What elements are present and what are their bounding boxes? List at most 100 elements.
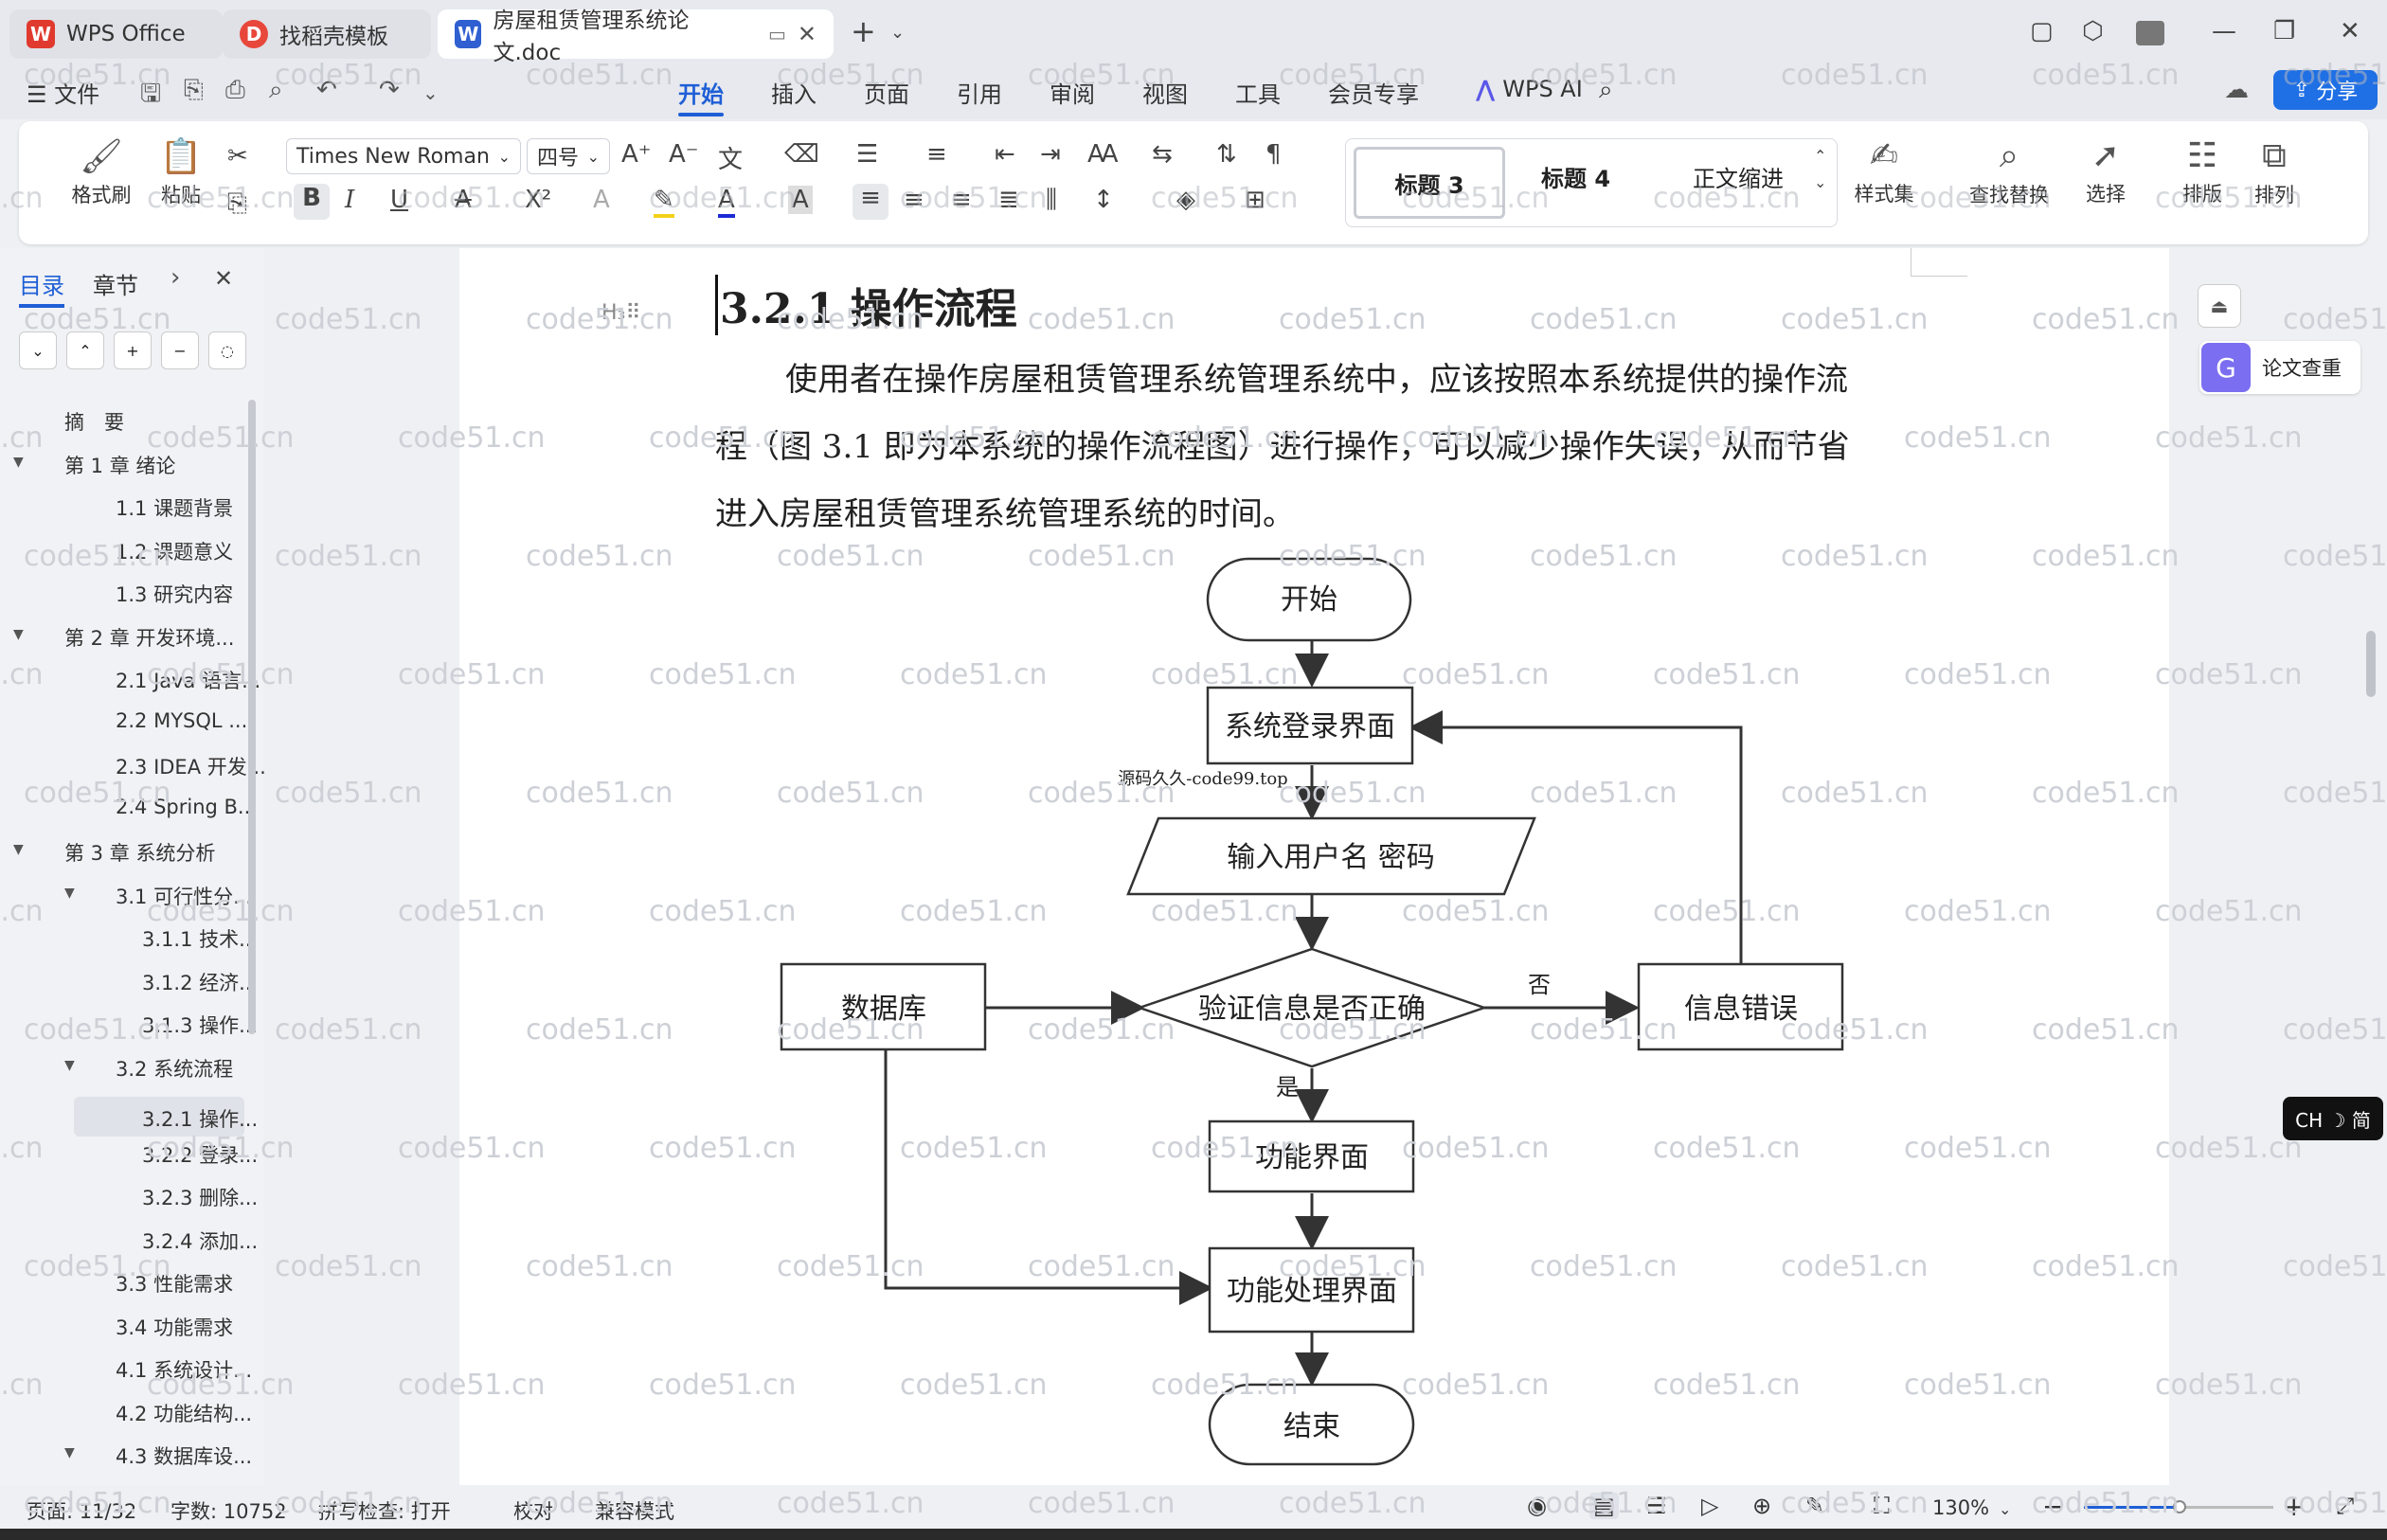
- outline-view-icon[interactable]: ☰: [1646, 1493, 1667, 1519]
- tab-toc[interactable]: 目录: [19, 267, 64, 308]
- search-icon[interactable]: ⌕: [1599, 76, 1613, 105]
- highlight-icon[interactable]: ✎: [654, 186, 674, 218]
- expand-triangle-icon[interactable]: ▼: [64, 1058, 75, 1073]
- cut-icon[interactable]: ✂: [227, 142, 248, 170]
- style-body-indent[interactable]: 正文缩进: [1693, 160, 1784, 193]
- collapse-icon[interactable]: ⌄: [19, 331, 57, 369]
- wps-ai-menu[interactable]: ⋀ WPS AI: [1476, 76, 1583, 102]
- expand-triangle-icon[interactable]: ▼: [13, 455, 24, 470]
- page-indicator[interactable]: 页面: 11/32: [27, 1496, 136, 1525]
- close-window-icon[interactable]: ✕: [2340, 17, 2360, 45]
- chevron-down-icon[interactable]: ⌄: [890, 23, 905, 43]
- menu-member[interactable]: 会员专享: [1328, 76, 1419, 109]
- menu-view[interactable]: 视图: [1142, 76, 1188, 109]
- text-effect-icon[interactable]: A: [593, 186, 610, 214]
- close-tab-icon[interactable]: ✕: [798, 21, 817, 47]
- arrange-button[interactable]: ⧉ 排列: [2241, 136, 2307, 208]
- undo-icon[interactable]: ↶: [316, 76, 337, 104]
- tab-chapter[interactable]: 章节: [93, 267, 138, 300]
- close-pane-icon[interactable]: ✕: [214, 265, 233, 292]
- text-direction-icon[interactable]: Ꜳ: [1087, 140, 1119, 169]
- plagiarism-check-button[interactable]: G 论文查重: [2199, 341, 2360, 394]
- font-size-select[interactable]: 四号 ⌄: [527, 138, 610, 174]
- ime-indicator[interactable]: CH ☽ 简: [2283, 1097, 2383, 1140]
- border-icon[interactable]: ⊞: [1245, 186, 1265, 214]
- share-doc-icon[interactable]: ⎘: [184, 76, 204, 105]
- scrollbar-thumb[interactable]: [2366, 631, 2376, 697]
- align-left-icon[interactable]: ≡: [852, 184, 888, 220]
- shading-icon[interactable]: ◈: [1176, 186, 1195, 214]
- grow-font-icon[interactable]: A⁺: [621, 140, 652, 169]
- format-painter-button[interactable]: 🖌 格式刷: [68, 136, 135, 208]
- fit-icon[interactable]: ⛶: [1874, 1493, 1890, 1519]
- distribute-icon[interactable]: ⫼: [1046, 186, 1057, 215]
- toc-item[interactable]: 3.2.1 操作...: [74, 1097, 258, 1137]
- align-right-icon[interactable]: ≡: [951, 186, 972, 214]
- char-shading-icon[interactable]: A: [788, 186, 813, 214]
- fullscreen-icon[interactable]: ⤢: [2336, 1493, 2354, 1519]
- tab-template[interactable]: D 找稻壳模板: [223, 9, 431, 59]
- expand-triangle-icon[interactable]: ▼: [13, 627, 24, 642]
- play-icon[interactable]: ▷: [1701, 1493, 1718, 1519]
- document-page[interactable]: H₃⠿ 3.2.1 操作流程 使用者在操作房屋租赁管理系统管理系统中，应该按照本…: [459, 248, 2169, 1485]
- menu-insert[interactable]: 插入: [771, 76, 817, 109]
- scroll-top-icon[interactable]: ⏏: [2198, 284, 2241, 328]
- new-tab-icon[interactable]: +: [851, 13, 876, 49]
- style-set-button[interactable]: ✍ 样式集: [1841, 136, 1927, 207]
- chevron-down-icon[interactable]: ⌄: [422, 81, 439, 104]
- scroll-up-icon[interactable]: ⌃: [1814, 147, 1826, 165]
- more-icon[interactable]: ◌: [208, 331, 246, 369]
- expand-triangle-icon[interactable]: ▼: [13, 842, 24, 857]
- menu-start[interactable]: 开始: [678, 76, 724, 116]
- strikethrough-icon[interactable]: A: [455, 186, 472, 214]
- expand-triangle-icon[interactable]: ▼: [64, 1445, 75, 1460]
- minimize-icon[interactable]: —: [2212, 17, 2236, 45]
- zoom-slider[interactable]: [2084, 1500, 2273, 1513]
- menu-review[interactable]: 审阅: [1050, 76, 1095, 109]
- sort-icon[interactable]: ⇅: [1216, 140, 1237, 169]
- tab-document[interactable]: W 房屋租赁管理系统论文.doc ▭ ✕: [438, 9, 834, 65]
- menu-tools[interactable]: 工具: [1235, 76, 1281, 109]
- numbered-list-icon[interactable]: ≡: [926, 140, 947, 169]
- clear-format-icon[interactable]: ⌫: [784, 140, 819, 169]
- chevron-down-icon[interactable]: ⌄: [1999, 1500, 2011, 1518]
- line-spacing-icon[interactable]: ↕: [1093, 186, 1114, 214]
- menu-reference[interactable]: 引用: [957, 76, 1002, 109]
- align-center-icon[interactable]: ≡: [904, 186, 924, 214]
- font-family-select[interactable]: Times New Roman ⌄: [286, 138, 521, 174]
- avatar[interactable]: [2136, 21, 2164, 45]
- find-replace-button[interactable]: ⌕ 查找替换: [1957, 136, 2061, 208]
- phonetic-icon[interactable]: 文: [718, 140, 743, 175]
- spell-check-status[interactable]: 拼写检查: 打开: [318, 1496, 451, 1525]
- proofread-button[interactable]: 校对: [513, 1496, 553, 1525]
- select-button[interactable]: ➚ 选择: [2073, 136, 2139, 207]
- underline-icon[interactable]: U: [390, 186, 408, 214]
- bullet-list-icon[interactable]: ☰: [856, 140, 878, 169]
- remove-icon[interactable]: −: [161, 331, 199, 369]
- justify-icon[interactable]: ≣: [998, 186, 1019, 214]
- zoom-out-icon[interactable]: −: [2042, 1491, 2064, 1522]
- expand-triangle-icon[interactable]: ▼: [64, 886, 75, 901]
- scroll-down-icon[interactable]: ⌄: [1814, 173, 1826, 191]
- page-view-icon[interactable]: ▤: [1589, 1493, 1619, 1519]
- print-icon[interactable]: ⎙: [225, 76, 245, 105]
- zoom-in-icon[interactable]: +: [2283, 1491, 2305, 1522]
- shrink-font-icon[interactable]: A⁻: [669, 140, 699, 169]
- style-heading-4[interactable]: 标题 4: [1541, 160, 1610, 193]
- increase-indent-icon[interactable]: ⇥: [1040, 140, 1061, 169]
- add-icon[interactable]: +: [114, 331, 152, 369]
- zoom-level[interactable]: 130%: [1932, 1496, 1989, 1519]
- bold-icon[interactable]: B: [294, 184, 330, 220]
- superscript-icon[interactable]: X²: [525, 186, 551, 214]
- copy-icon[interactable]: ⎘: [227, 189, 247, 219]
- tablet-icon[interactable]: ▢: [2030, 17, 2054, 45]
- tab-wps-office[interactable]: W WPS Office: [9, 9, 223, 59]
- web-view-icon[interactable]: ⊕: [1752, 1493, 1771, 1519]
- share-button[interactable]: ⇪ 分享: [2273, 70, 2378, 110]
- cube-icon[interactable]: ⬡: [2082, 17, 2104, 45]
- save-icon[interactable]: 🖫: [140, 76, 161, 117]
- eye-icon[interactable]: ◉: [1527, 1493, 1547, 1519]
- restore-icon[interactable]: ❐: [2273, 17, 2295, 45]
- pen-icon[interactable]: ✎: [1805, 1493, 1824, 1519]
- zoom-slider-thumb[interactable]: [2173, 1500, 2186, 1513]
